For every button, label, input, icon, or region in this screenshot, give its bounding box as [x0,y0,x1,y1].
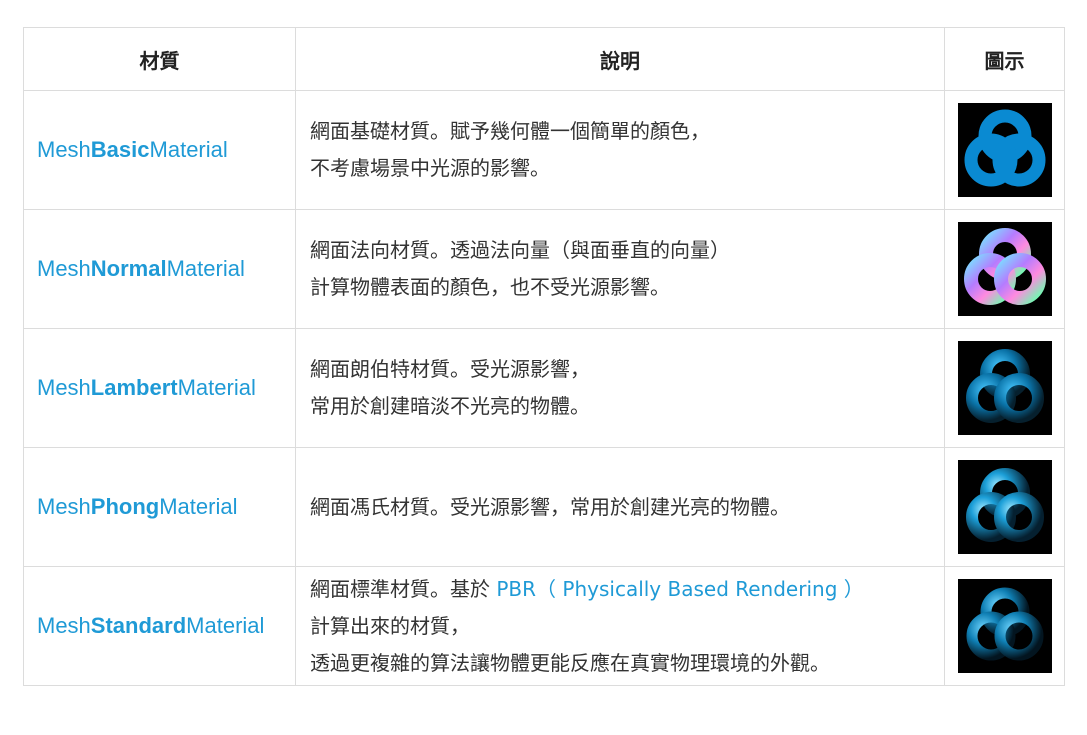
mesh-lambert-material-link[interactable]: MeshLambertMaterial [37,375,256,400]
name-bold: Lambert [90,375,178,400]
name-prefix: Mesh [37,256,91,281]
name-bold: Basic [90,137,150,162]
material-name-cell: MeshLambertMaterial [23,328,296,448]
description-line: 計算物體表面的顏色，也不受光源影響。 [310,275,670,299]
name-suffix: Material [159,494,238,519]
pbr-link[interactable]: PBR（ Physically Based Rendering ） [496,577,863,601]
image-cell [944,566,1065,686]
description-line: 網面朗伯特材質。受光源影響， [310,357,590,381]
torus-knot-basic-icon [957,103,1052,197]
image-cell [944,209,1065,329]
description-line: 網面馮氏材質。受光源影響，常用於創建光亮的物體。 [310,494,790,519]
name-suffix: Material [177,375,256,400]
description-line: 網面法向材質。透過法向量（與面垂直的向量） [310,238,730,262]
description-line: 透過更複雜的算法讓物體更能反應在真實物理環境的外觀。 [310,650,830,675]
name-prefix: Mesh [37,375,91,400]
torus-knot-standard-icon [957,579,1052,673]
table-row: MeshStandardMaterial 網面標準材質。基於 PBR（ Phys… [23,566,1065,686]
name-prefix: Mesh [37,494,91,519]
table-header-row: 材質 說明 圖示 [23,27,1065,91]
table-row: MeshLambertMaterial 網面朗伯特材質。受光源影響， 常用於創建… [23,328,1065,448]
header-description: 說明 [295,27,945,91]
material-name-cell: MeshNormalMaterial [23,209,296,329]
description-line: 網面標準材質。基於 PBR（ Physically Based Renderin… [310,571,944,608]
table-row: MeshNormalMaterial 網面法向材質。透過法向量（與面垂直的向量）… [23,209,1065,329]
material-name-cell: MeshStandardMaterial [23,566,296,686]
name-suffix: Material [186,613,265,638]
name-suffix: Material [166,256,245,281]
description-line: 常用於創建暗淡不光亮的物體。 [310,394,590,418]
material-name-cell: MeshPhongMaterial [23,447,296,567]
description-text: 網面標準材質。基於 [310,576,497,601]
table-row: MeshBasicMaterial 網面基礎材質。賦予幾何體一個簡單的顏色， 不… [23,90,1065,210]
description-cell: 網面基礎材質。賦予幾何體一個簡單的顏色， 不考慮場景中光源的影響。 [295,90,945,210]
torus-knot-normal-icon [957,222,1052,316]
torus-knot-phong-icon [957,460,1052,554]
image-cell [944,90,1065,210]
description-cell: 網面法向材質。透過法向量（與面垂直的向量） 計算物體表面的顏色，也不受光源影響。 [295,209,945,329]
image-cell [944,328,1065,448]
description-cell: 網面標準材質。基於 PBR（ Physically Based Renderin… [295,566,945,686]
header-material: 材質 [23,27,296,91]
mesh-basic-material-link[interactable]: MeshBasicMaterial [37,137,228,162]
description-line: 計算出來的材質， [310,613,470,638]
torus-knot-lambert-icon [957,341,1052,435]
description-cell: 網面朗伯特材質。受光源影響， 常用於創建暗淡不光亮的物體。 [295,328,945,448]
name-bold: Phong [90,494,160,519]
name-bold: Standard [90,613,187,638]
description-cell: 網面馮氏材質。受光源影響，常用於創建光亮的物體。 [295,447,945,567]
mesh-normal-material-link[interactable]: MeshNormalMaterial [37,256,245,281]
name-suffix: Material [149,137,228,162]
mesh-standard-material-link[interactable]: MeshStandardMaterial [37,613,264,638]
name-prefix: Mesh [37,137,91,162]
materials-table: 材質 說明 圖示 MeshBasicMaterial 網面基礎材質。賦予幾何體一… [23,27,1065,686]
name-prefix: Mesh [37,613,91,638]
description-line: 不考慮場景中光源的影響。 [310,156,550,180]
header-image: 圖示 [944,27,1065,91]
material-name-cell: MeshBasicMaterial [23,90,296,210]
table-row: MeshPhongMaterial 網面馮氏材質。受光源影響，常用於創建光亮的物… [23,447,1065,567]
description-line: 網面基礎材質。賦予幾何體一個簡單的顏色， [310,119,710,143]
mesh-phong-material-link[interactable]: MeshPhongMaterial [37,494,237,519]
name-bold: Normal [90,256,167,281]
image-cell [944,447,1065,567]
